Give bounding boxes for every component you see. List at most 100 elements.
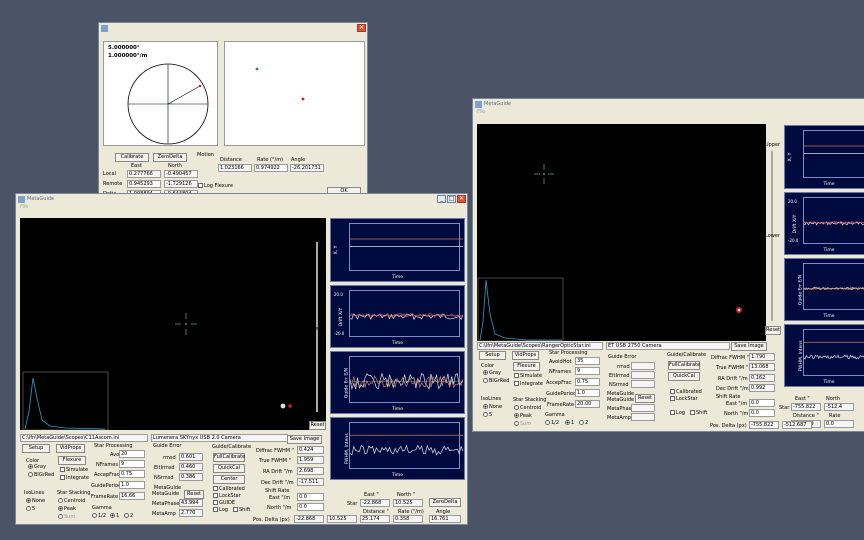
calibrated-checkbox[interactable]: Calibrated	[213, 486, 245, 492]
gamma-1-radio[interactable]: 1	[110, 513, 119, 519]
shift-label: Shift	[239, 507, 251, 513]
north-rate-field[interactable]: 0.0	[749, 409, 775, 417]
integrate-checkbox[interactable]: Integrate	[60, 475, 89, 481]
motion-label: Motion	[197, 152, 214, 158]
accepfrac-select[interactable]: 0.75	[119, 470, 145, 478]
checkbox-icon	[670, 410, 675, 415]
log-flexure-checkbox[interactable]: Log Flexure	[198, 183, 233, 189]
vidprops-button[interactable]: VidProps	[56, 444, 85, 453]
plot-xlabel: Time	[823, 314, 835, 319]
fullcalibrate-button[interactable]: FullCalibrate	[213, 453, 245, 462]
north-rate-field[interactable]: 0.0	[297, 503, 324, 511]
close-button[interactable]: ✕	[457, 195, 466, 203]
truefwhm-field: 13.068	[749, 363, 775, 371]
window-title: MetaGuide	[484, 101, 512, 107]
peak-label: Peak	[520, 413, 532, 419]
sum-radio[interactable]: Sum	[514, 421, 531, 427]
gray-radio[interactable]: Gray	[483, 370, 501, 376]
peak-radio[interactable]: Peak	[58, 506, 76, 512]
log-checkbox[interactable]: Log	[670, 410, 685, 416]
save-image-button[interactable]: Save Image	[731, 342, 767, 351]
flexure-button[interactable]: Flexure	[513, 362, 540, 371]
lockstar-checkbox[interactable]: LockStar	[670, 396, 698, 402]
centroid-radio[interactable]: Centroid	[514, 405, 541, 411]
calibrate-button[interactable]: Calibrate	[115, 153, 149, 162]
east-rate-field[interactable]: 0.0	[297, 493, 324, 501]
truefwhm-label: True FWHM "	[259, 458, 291, 464]
shift-checkbox[interactable]: Shift	[233, 507, 250, 513]
vidprops-button[interactable]: VidProps	[512, 351, 539, 360]
upper-label: Upper	[765, 142, 781, 148]
avoidhot-select[interactable]: 35	[575, 357, 600, 365]
bgred-radio[interactable]: BlGrRed	[483, 378, 509, 384]
isolines-none-radio[interactable]: None	[483, 404, 502, 410]
center-button[interactable]: Center	[213, 475, 245, 484]
log-checkbox[interactable]: Log	[213, 507, 228, 513]
reset-slider-button[interactable]: Reset	[309, 421, 326, 430]
zerodelta-button[interactable]: ZeroDelta	[429, 498, 461, 507]
maximize-button[interactable]: □	[447, 195, 456, 203]
radio-off-icon	[483, 412, 488, 417]
close-button[interactable]: ✕	[357, 24, 366, 32]
east-value: 0.277766	[127, 170, 161, 178]
rmsd-field	[631, 362, 655, 370]
metaguide-reset-button[interactable]: Reset	[635, 394, 655, 403]
shiftrate-label: Shift Rate	[265, 488, 290, 494]
zerodelta-button[interactable]: ZeroDelta	[153, 153, 187, 162]
save-image-button[interactable]: Save Image	[287, 435, 322, 444]
bgred-radio[interactable]: BlGrRed	[28, 472, 54, 478]
nframes-select[interactable]: 9	[575, 367, 600, 375]
integrate-checkbox[interactable]: Integrate	[514, 381, 543, 387]
nframes-select[interactable]: 9	[119, 460, 145, 468]
dialog-titlebar[interactable]	[99, 23, 367, 33]
log-label: Log	[219, 507, 228, 513]
peak-radio[interactable]: Peak	[514, 413, 532, 419]
plot-traces	[350, 434, 463, 456]
gamma-half-label: 1/2	[98, 513, 107, 519]
plot-traces	[804, 286, 864, 291]
guideperiod-select[interactable]: 1.0	[119, 481, 145, 489]
isolines-5-radio[interactable]: 5	[26, 506, 35, 512]
gamma-2-radio[interactable]: 2	[579, 420, 588, 426]
rate-field: 0.974922	[254, 164, 288, 172]
gray-radio-label: Gray	[489, 370, 501, 376]
quickcal-button[interactable]: QuickCal	[213, 464, 245, 473]
gray-radio[interactable]: Gray	[28, 464, 46, 470]
camera-view[interactable]	[20, 218, 326, 430]
simulate-checkbox[interactable]: Simulate	[514, 373, 542, 379]
camera-view[interactable]	[477, 124, 766, 341]
setup-button[interactable]: Setup	[479, 351, 506, 360]
camera-overlay	[477, 164, 742, 341]
guide-checkbox[interactable]: GUIDE	[213, 500, 235, 506]
fullcalibrate-button[interactable]: FullCalibrate	[668, 361, 700, 370]
gamma-half-radio[interactable]: 1/2	[92, 513, 106, 519]
window-title: MetaGuide	[27, 196, 55, 202]
simulate-checkbox[interactable]: Simulate	[60, 467, 88, 473]
calibrated-checkbox[interactable]: Calibrated	[670, 389, 702, 395]
left-titlebar[interactable]: MetaGuide	[16, 194, 467, 204]
radrift-label: RA Drift "/m	[263, 469, 293, 475]
isolines-5-radio[interactable]: 5	[483, 412, 492, 418]
guideperiod-select[interactable]: 1.0	[575, 389, 600, 397]
accepfrac-select[interactable]: 0.75	[575, 378, 600, 386]
radio-off-icon	[58, 514, 63, 519]
menu-file[interactable]: File	[16, 204, 467, 211]
reset-slider-button[interactable]: Reset	[765, 326, 781, 335]
minimize-button[interactable]: _	[437, 195, 446, 203]
isolines-none-radio[interactable]: None	[26, 498, 45, 504]
gamma-1-radio[interactable]: 1	[565, 420, 574, 426]
setup-button[interactable]: Setup	[22, 444, 50, 453]
east-rate-field[interactable]: 0.0	[749, 399, 775, 407]
sum-radio[interactable]: Sum	[58, 514, 75, 520]
flexure-button[interactable]: Flexure	[58, 456, 86, 465]
centroid-radio[interactable]: Centroid	[58, 498, 85, 504]
right-titlebar[interactable]: MetaGuide	[473, 99, 864, 109]
avoidhot-select[interactable]: 20	[119, 450, 145, 458]
lockstar-checkbox[interactable]: LockStar	[213, 493, 241, 499]
gamma-half-radio[interactable]: 1/2	[545, 420, 559, 426]
quickcal-button[interactable]: QuickCal	[668, 372, 700, 381]
menu-file[interactable]: File	[473, 109, 864, 116]
metaguide-reset-button[interactable]: Reset	[184, 490, 204, 499]
gamma-2-radio[interactable]: 2	[124, 513, 133, 519]
shift-checkbox[interactable]: Shift	[690, 410, 707, 416]
